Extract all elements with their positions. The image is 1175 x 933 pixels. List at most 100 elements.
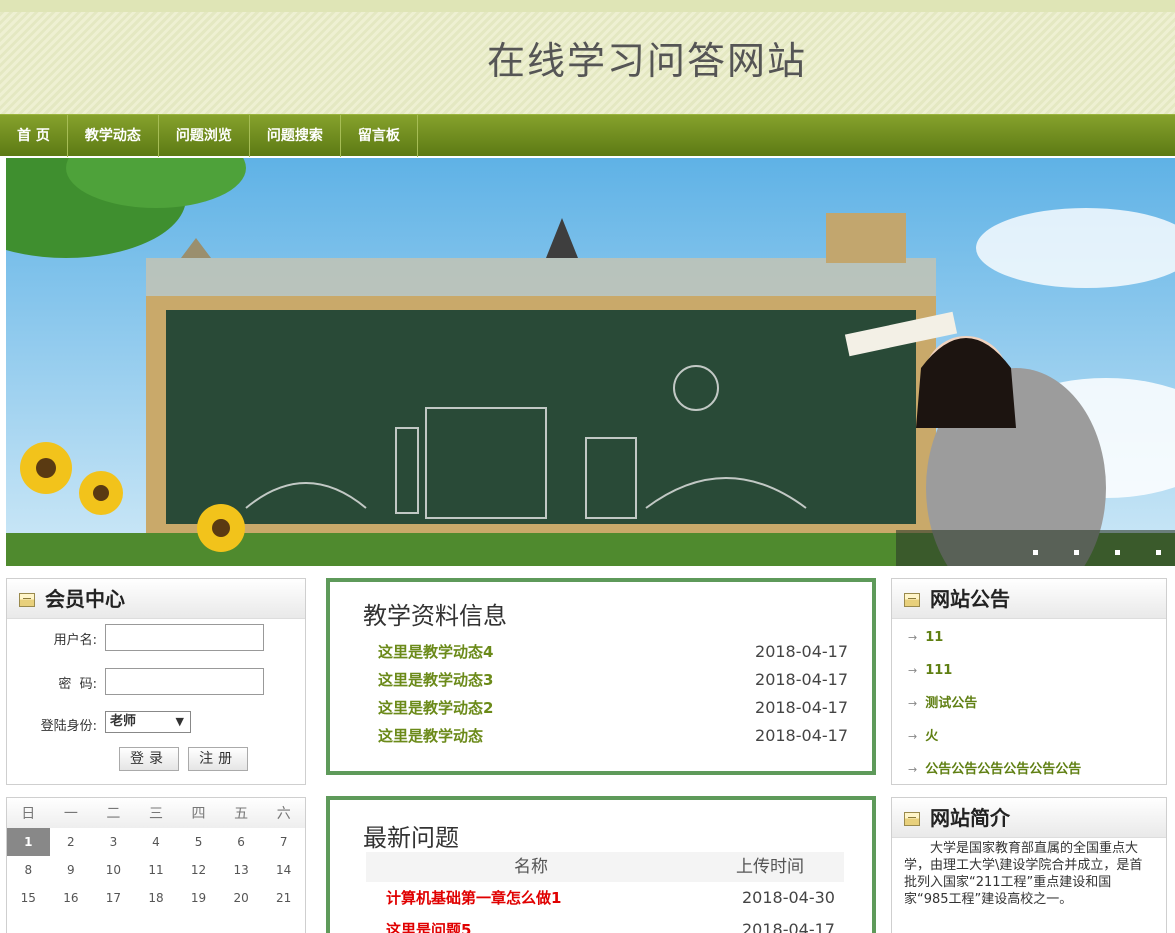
calendar-day[interactable]: 7: [262, 828, 305, 856]
question-link[interactable]: 计算机基础第一章怎么做1: [386, 882, 561, 914]
calendar-day[interactable]: 12: [177, 856, 220, 884]
calendar-day[interactable]: 2: [50, 828, 93, 856]
teaching-item-date: 2018-04-17: [755, 698, 848, 717]
question-date: 2018-04-17: [742, 920, 835, 933]
header-top-band: [0, 0, 1175, 12]
teaching-item-link[interactable]: 这里是教学动态3: [378, 671, 493, 689]
arrow-bullet-icon: →: [908, 697, 918, 710]
role-row: 登陆身份: 老师 ▼: [7, 705, 305, 739]
announcement-item[interactable]: → 111: [908, 656, 1166, 689]
calendar-day[interactable]: 14: [262, 856, 305, 884]
question-link[interactable]: 这里是问题5: [386, 914, 471, 933]
calendar-week-row: 1 2 3 4 5 6 7: [7, 828, 305, 856]
calendar-day-today[interactable]: 1: [7, 828, 50, 856]
announcement-title: 111: [925, 663, 953, 678]
latest-questions-panel: 最新问题 名称 上传时间 计算机基础第一章怎么做1 2018-04-30 这里是…: [326, 796, 876, 933]
arrow-bullet-icon: →: [908, 664, 918, 677]
username-input[interactable]: [105, 624, 264, 651]
teaching-item-date: 2018-04-17: [755, 670, 848, 689]
calendar-week-row: 15 16 17 18 19 20 21: [7, 884, 305, 912]
announcements-panel: 网站公告 → 11 → 111 → 测试公告 → 火 → 公告公告公告公告公告公告: [891, 578, 1167, 785]
list-item: 这里是教学动态2 2018-04-17: [378, 694, 848, 722]
calendar-panel: 日 一 二 三 四 五 六 1 2 3 4 5 6 7 8 9 10 11 12…: [6, 797, 306, 933]
banner-pagination: [997, 540, 1161, 555]
announcement-title: 火: [925, 729, 939, 744]
calendar-day[interactable]: 4: [135, 828, 178, 856]
teaching-item-link[interactable]: 这里是教学动态4: [378, 643, 493, 661]
teaching-item-date: 2018-04-17: [755, 726, 848, 745]
column-header-name: 名称: [514, 857, 548, 877]
hero-banner: [6, 158, 1175, 566]
teaching-item-link[interactable]: 这里是教学动态2: [378, 699, 493, 717]
main-nav: 首 页 教学动态 问题浏览 问题搜索 留言板: [0, 114, 1175, 157]
nav-teaching-news[interactable]: 教学动态: [68, 115, 159, 157]
announcement-item[interactable]: → 11: [908, 623, 1166, 656]
member-center-title: 会员中心: [45, 587, 125, 611]
calendar-day[interactable]: 19: [177, 884, 220, 912]
announcement-title: 11: [925, 630, 944, 645]
site-intro-panel: 网站简介 大学是国家教育部直属的全国重点大学，由理工大学\建设学院合并成立，是首…: [891, 797, 1167, 933]
calendar-day[interactable]: 15: [7, 884, 50, 912]
calendar-day[interactable]: 5: [177, 828, 220, 856]
teaching-item-date: 2018-04-17: [755, 642, 848, 661]
calendar-day[interactable]: 8: [7, 856, 50, 884]
password-label: 密 码:: [58, 677, 97, 692]
password-input[interactable]: [105, 668, 264, 695]
calendar-day[interactable]: 18: [135, 884, 178, 912]
arrow-bullet-icon: →: [908, 631, 918, 644]
calendar-day[interactable]: 13: [220, 856, 263, 884]
teaching-info-list: 这里是教学动态4 2018-04-17 这里是教学动态3 2018-04-17 …: [378, 638, 848, 750]
calendar-week-row: 8 9 10 11 12 13 14: [7, 856, 305, 884]
weekday-label: 五: [219, 798, 263, 828]
announcements-title: 网站公告: [930, 587, 1010, 611]
table-row: 计算机基础第一章怎么做1 2018-04-30: [366, 882, 844, 914]
calendar-day[interactable]: 3: [92, 828, 135, 856]
weekday-label: 一: [49, 798, 93, 828]
latest-questions-title: 最新问题: [363, 824, 459, 852]
nav-message-board[interactable]: 留言板: [341, 115, 418, 157]
site-intro-title: 网站简介: [930, 806, 1010, 830]
weekday-label: 二: [92, 798, 135, 828]
chevron-down-icon: ▼: [175, 715, 184, 728]
column-header-time: 上传时间: [736, 857, 804, 877]
login-button[interactable]: 登录: [119, 747, 179, 771]
banner-dot-4[interactable]: [1156, 550, 1161, 555]
weekday-label: 四: [177, 798, 220, 828]
nav-home[interactable]: 首 页: [0, 115, 68, 157]
question-date: 2018-04-30: [742, 888, 835, 907]
calendar-day[interactable]: 6: [220, 828, 263, 856]
announcement-item[interactable]: → 火: [908, 722, 1166, 755]
notepad-icon: [19, 593, 35, 607]
role-select[interactable]: 老师 ▼: [105, 711, 191, 733]
banner-illustration: [6, 158, 1175, 566]
role-label: 登陆身份:: [40, 719, 97, 734]
arrow-bullet-icon: →: [908, 730, 918, 743]
banner-dot-3[interactable]: [1115, 550, 1120, 555]
site-intro-text: 大学是国家教育部直属的全国重点大学，由理工大学\建设学院合并成立，是首批列入国家…: [904, 841, 1143, 907]
calendar-day[interactable]: 9: [50, 856, 93, 884]
banner-dot-1[interactable]: [1033, 550, 1038, 555]
announcement-item[interactable]: → 公告公告公告公告公告公告: [908, 755, 1166, 788]
register-button[interactable]: 注册: [188, 747, 249, 771]
calendar-day[interactable]: 11: [135, 856, 178, 884]
nav-question-search[interactable]: 问题搜索: [250, 115, 341, 157]
announcement-item[interactable]: → 测试公告: [908, 689, 1166, 722]
calendar-day[interactable]: 16: [50, 884, 93, 912]
calendar-day[interactable]: 21: [262, 884, 305, 912]
calendar-day[interactable]: 17: [92, 884, 135, 912]
teaching-item-link[interactable]: 这里是教学动态: [378, 727, 483, 745]
member-center-panel: 会员中心 用户名: 密 码: 登陆身份: 老师 ▼ 登录 注册: [6, 578, 306, 785]
teaching-info-panel: 教学资料信息 这里是教学动态4 2018-04-17 这里是教学动态3 2018…: [326, 578, 876, 775]
role-select-value: 老师: [110, 714, 137, 729]
banner-dot-2[interactable]: [1074, 550, 1079, 555]
site-header: 在线学习问答网站: [0, 0, 1175, 114]
list-item: 这里是教学动态3 2018-04-17: [378, 666, 848, 694]
calendar-day[interactable]: 10: [92, 856, 135, 884]
notepad-icon: [904, 593, 920, 607]
notepad-icon: [904, 812, 920, 826]
member-actions: 登录 注册: [119, 747, 252, 771]
announcements-list: → 11 → 111 → 测试公告 → 火 → 公告公告公告公告公告公告: [892, 619, 1166, 788]
teaching-info-title: 教学资料信息: [363, 602, 507, 630]
nav-question-browse[interactable]: 问题浏览: [159, 115, 250, 157]
calendar-day[interactable]: 20: [220, 884, 263, 912]
